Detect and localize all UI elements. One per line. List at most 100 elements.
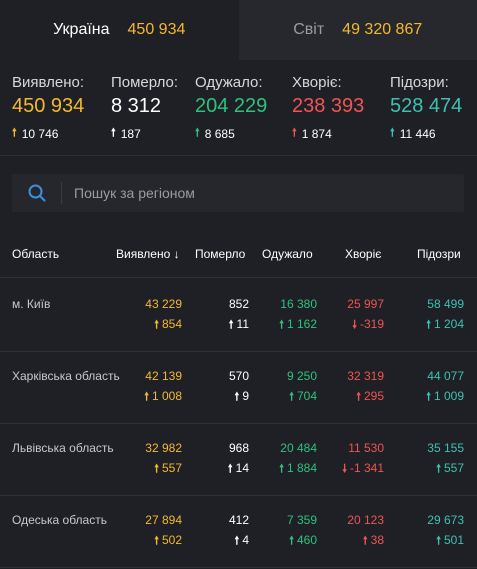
arrow-up-icon: 🠕: [279, 463, 287, 475]
header-suspected[interactable]: Підозри: [417, 247, 461, 261]
cell-active: 11 530 🠗 -1 341: [342, 440, 384, 477]
arrow-up-icon: 🠕: [436, 463, 444, 475]
summary-suspected-value: 528 474: [390, 95, 463, 117]
divider: [0, 155, 477, 156]
summary-active: Хворіє: 238 393 🠕 1 874: [292, 74, 364, 143]
cell-deaths-delta-value: 11: [236, 317, 249, 331]
cell-active-delta-value: 38: [370, 533, 384, 547]
cell-suspected-delta-value: 1 009: [433, 389, 464, 403]
tab-world[interactable]: Світ 49 320 867: [238, 0, 477, 60]
tab-world-label: Світ: [293, 21, 325, 38]
arrow-down-icon: 🠗: [352, 319, 360, 331]
cell-confirmed: 43 229 🠕 854: [145, 296, 182, 333]
cell-deaths-value: 968: [228, 441, 249, 455]
cell-active-value: 20 123: [347, 513, 384, 527]
arrow-up-icon: 🠕: [12, 127, 17, 139]
header-deaths[interactable]: Померло: [195, 247, 245, 261]
cell-confirmed-delta-value: 557: [161, 461, 182, 475]
summary-recovered-value: 204 229: [195, 95, 268, 117]
cell-confirmed-delta: 🠕 557: [145, 460, 182, 477]
summary-suspected-delta: 🠕 11 446: [390, 124, 462, 143]
summary-confirmed: Виявлено: 450 934 🠕 10 746: [12, 74, 84, 143]
cell-recovered: 16 380 🠕 1 162: [279, 296, 317, 333]
cell-suspected: 44 077 🠕 1 009: [426, 368, 464, 405]
header-active[interactable]: Хворіє: [345, 247, 381, 261]
header-region[interactable]: Область: [12, 247, 59, 261]
region-name: Одеська область: [12, 513, 107, 527]
cell-deaths-value: 412: [228, 513, 249, 527]
region-name: Львівська область: [12, 441, 114, 455]
tab-ukraine-label: Україна: [53, 21, 110, 38]
header-confirmed[interactable]: Виявлено ↓: [116, 247, 180, 261]
arrow-up-icon: 🠕: [154, 463, 162, 475]
table-row[interactable]: Харківська область 42 139 🠕 1 008 570 🠕 99 2…: [0, 352, 477, 424]
cell-deaths: 968 🠕 14: [228, 440, 249, 477]
cell-deaths: 570 🠕 9: [229, 368, 249, 405]
arrow-up-icon: 🠕: [154, 319, 162, 331]
region-name: м. Київ: [12, 297, 51, 311]
arrow-up-icon: 🠕: [292, 127, 297, 139]
arrow-up-icon: 🠕: [289, 391, 297, 403]
cell-active: 25 997 🠗 -319: [347, 296, 384, 333]
cell-suspected: 58 499 🠕 1 204: [426, 296, 464, 333]
cell-suspected-value: 44 077: [427, 369, 464, 383]
arrow-up-icon: 🠕: [111, 127, 116, 139]
cell-confirmed-delta: 🠕 502: [145, 532, 182, 549]
cell-active-delta: 🠕 295: [347, 388, 384, 405]
header-recovered[interactable]: Одужало: [262, 247, 313, 261]
summary-confirmed-value: 450 934: [12, 95, 85, 117]
summary-confirmed-delta: 🠕 10 746: [12, 124, 84, 143]
cell-confirmed-delta-value: 854: [161, 317, 182, 331]
search-input[interactable]: [62, 185, 442, 201]
cell-recovered-delta-value: 460: [296, 533, 317, 547]
table-row[interactable]: Одеська область 27 894 🠕 502 412 🠕 4 7 359 🠕 4…: [0, 496, 477, 568]
cell-recovered: 20 484 🠕 1 884: [279, 440, 317, 477]
arrow-up-icon: 🠕: [390, 127, 395, 139]
cell-deaths-value: 852: [228, 297, 249, 311]
cell-recovered: 9 250 🠕 704: [287, 368, 317, 405]
arrow-up-icon: 🠕: [362, 535, 371, 547]
cell-recovered-delta: 🠕 1 162: [279, 316, 317, 333]
table-row[interactable]: Львівська область 32 982 🠕 557 968 🠕 14 20 48…: [0, 424, 477, 496]
arrow-up-icon: 🠕: [195, 127, 200, 139]
arrow-up-icon: 🠕: [436, 535, 444, 547]
cell-recovered-delta: 🠕 1 884: [279, 460, 317, 477]
cell-recovered-value: 7 359: [286, 513, 317, 527]
summary-suspected-label: Підозри:: [390, 74, 449, 91]
summary-deaths-value: 8 312: [111, 95, 162, 117]
table-row[interactable]: м. Київ 43 229 🠕 854 852 🠕 11 16 380 🠕 1 162 25…: [0, 280, 477, 352]
cell-confirmed: 32 982 🠕 557: [145, 440, 182, 477]
cell-active-delta-value: -1 341: [349, 461, 384, 475]
summary-suspected-delta-value: 11 446: [399, 126, 436, 141]
cell-recovered-value: 9 250: [286, 369, 317, 383]
summary-suspected: Підозри: 528 474 🠕 11 446: [390, 74, 462, 143]
cell-active-value: 11 530: [348, 441, 384, 455]
cell-confirmed-delta: 🠕 854: [145, 316, 182, 333]
arrow-up-icon: 🠕: [426, 391, 434, 403]
cell-active-delta: 🠕 38: [347, 532, 384, 549]
arrow-up-icon: 🠕: [144, 391, 152, 403]
cell-active-delta: 🠗 -1 341: [342, 460, 384, 477]
cell-suspected: 29 673 🠕 501: [427, 512, 464, 549]
cell-active-delta: 🠗 -319: [347, 316, 384, 333]
arrow-up-icon: 🠕: [426, 319, 434, 331]
summary-deaths-delta-value: 187: [120, 126, 141, 141]
cell-deaths-delta-value: 4: [242, 533, 249, 547]
cell-deaths-value: 570: [228, 369, 249, 383]
search-icon[interactable]: [12, 182, 62, 204]
cell-confirmed-value: 32 982: [145, 441, 182, 455]
search-bar[interactable]: [12, 174, 464, 212]
cell-recovered: 7 359 🠕 460: [287, 512, 317, 549]
tab-ukraine[interactable]: Україна 450 934: [0, 0, 239, 60]
cell-active-value: 32 319: [347, 369, 384, 383]
cell-recovered-delta: 🠕 704: [287, 388, 317, 405]
cell-confirmed-value: 27 894: [145, 513, 182, 527]
cell-recovered-delta-value: 1 884: [286, 461, 317, 475]
summary-active-delta: 🠕 1 874: [292, 124, 364, 143]
summary-deaths-delta: 🠕 187: [111, 124, 178, 143]
summary-deaths-label: Померло:: [111, 74, 179, 91]
summary-recovered-delta: 🠕 8 685: [195, 124, 267, 143]
cell-deaths-delta: 🠕 9: [229, 388, 249, 405]
cell-suspected: 35 155 🠕 557: [427, 440, 464, 477]
summary-confirmed-label: Виявлено:: [12, 74, 85, 91]
